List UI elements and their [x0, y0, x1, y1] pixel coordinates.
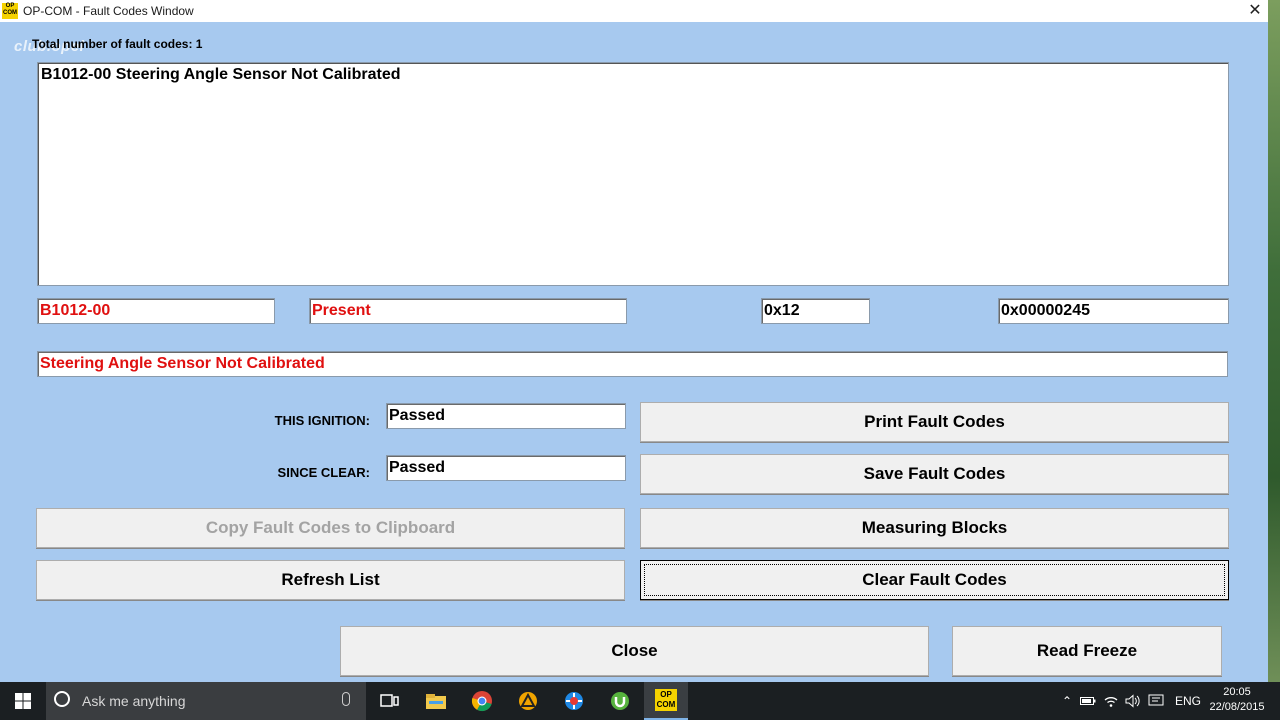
- cortana-circle-icon: [54, 691, 70, 707]
- taskbar: Ask me anything OP COM ⌃ ENG 20:05 22/08…: [0, 682, 1280, 720]
- since-clear-field[interactable]: Passed: [386, 455, 626, 481]
- volume-icon[interactable]: [1122, 694, 1144, 708]
- fault-state-field[interactable]: Present: [309, 298, 627, 324]
- desktop-background: [1268, 0, 1280, 682]
- total-fault-codes: Total number of fault codes: 1: [32, 37, 202, 51]
- fault-code-list[interactable]: B1012-00 Steering Angle Sensor Not Calib…: [37, 62, 1229, 286]
- clear-fault-codes-button[interactable]: Clear Fault Codes: [640, 560, 1229, 600]
- taskbar-clock[interactable]: 20:05 22/08/2015: [1204, 685, 1270, 715]
- opcom-taskbar-label: OP COM: [655, 689, 677, 711]
- window-title: OP-COM - Fault Codes Window: [23, 4, 194, 18]
- chrome-icon[interactable]: [460, 682, 504, 720]
- window-close-icon[interactable]: ✕: [1244, 0, 1266, 22]
- copy-to-clipboard-button[interactable]: Copy Fault Codes to Clipboard: [36, 508, 625, 548]
- measuring-blocks-button[interactable]: Measuring Blocks: [640, 508, 1229, 548]
- clock-time: 20:05: [1223, 686, 1251, 698]
- hex-short-field[interactable]: 0x12: [761, 298, 870, 324]
- system-tray: ⌃ ENG: [1058, 682, 1208, 720]
- search-placeholder: Ask me anything: [82, 693, 186, 709]
- microphone-icon[interactable]: [342, 692, 350, 706]
- language-indicator[interactable]: ENG: [1168, 694, 1208, 708]
- notifications-icon[interactable]: [1144, 694, 1168, 708]
- windows-start-icon[interactable]: [0, 682, 46, 720]
- total-label: Total number of fault codes:: [32, 37, 193, 51]
- list-item[interactable]: B1012-00 Steering Angle Sensor Not Calib…: [41, 66, 401, 84]
- file-explorer-icon[interactable]: [414, 682, 458, 720]
- total-count: 1: [195, 37, 203, 51]
- read-freeze-button[interactable]: Read Freeze: [952, 626, 1222, 676]
- since-clear-label: SINCE CLEAR:: [277, 465, 370, 480]
- utorrent-icon[interactable]: [598, 682, 642, 720]
- globe-app-icon[interactable]: [552, 682, 596, 720]
- wifi-icon[interactable]: [1100, 694, 1122, 708]
- hex-long-field[interactable]: 0x00000245: [998, 298, 1229, 324]
- battery-icon[interactable]: [1076, 696, 1100, 706]
- chevron-up-icon[interactable]: ⌃: [1058, 694, 1076, 708]
- fault-code-field[interactable]: B1012-00: [37, 298, 275, 324]
- opcom-icon[interactable]: OP COM: [644, 682, 688, 720]
- this-ignition-field[interactable]: Passed: [386, 403, 626, 429]
- close-button[interactable]: Close: [340, 626, 929, 676]
- fault-description-field[interactable]: Steering Angle Sensor Not Calibrated: [37, 351, 1228, 377]
- opcom-app-icon: OP COM: [2, 3, 18, 19]
- title-bar: OP COM OP-COM - Fault Codes Window ✕: [0, 0, 1268, 22]
- print-fault-codes-button[interactable]: Print Fault Codes: [640, 402, 1229, 442]
- this-ignition-label: THIS IGNITION:: [274, 413, 370, 428]
- save-fault-codes-button[interactable]: Save Fault Codes: [640, 454, 1229, 494]
- triangle-app-icon[interactable]: [506, 682, 550, 720]
- refresh-list-button[interactable]: Refresh List: [36, 560, 625, 600]
- task-view-icon[interactable]: [368, 682, 412, 720]
- fault-codes-window: club.opel Total number of fault codes: 1…: [0, 22, 1268, 682]
- search-box[interactable]: Ask me anything: [46, 682, 366, 720]
- clock-date: 22/08/2015: [1209, 701, 1265, 713]
